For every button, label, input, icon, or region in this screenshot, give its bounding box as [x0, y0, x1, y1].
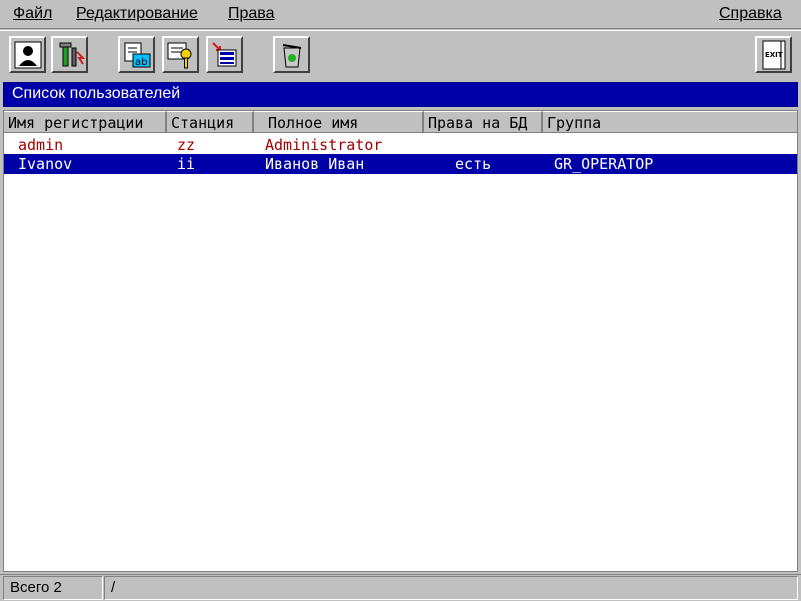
key-icon	[166, 40, 196, 70]
cell-full-name: Administrator	[265, 136, 383, 154]
key-button[interactable]	[162, 36, 199, 73]
exit-button[interactable]: EXIT	[755, 36, 792, 73]
import-records-icon	[210, 40, 240, 70]
cell-station: ii	[177, 155, 196, 173]
cell-login: Ivanov	[18, 155, 73, 173]
menu-bar: Файл Редактирование Права Справка	[0, 0, 801, 29]
user-button[interactable]	[9, 36, 46, 73]
cell-full-name: Иванов Иван	[265, 155, 365, 173]
table-row[interactable]: admin zz Administrator	[4, 135, 797, 155]
menu-edit[interactable]: Редактирование	[76, 5, 198, 23]
list-title: Список пользователей	[3, 82, 798, 107]
tools-icon	[55, 40, 85, 70]
column-header-db-rights[interactable]: Права на БД	[424, 111, 543, 133]
delete-button[interactable]	[273, 36, 310, 73]
import-button[interactable]	[206, 36, 243, 73]
recycle-bin-icon	[277, 40, 307, 70]
svg-text:EXIT: EXIT	[765, 51, 783, 59]
column-header-login[interactable]: Имя регистрации	[4, 111, 167, 133]
column-header-station[interactable]: Станция	[167, 111, 254, 133]
user-portrait-icon	[14, 41, 42, 69]
table-header: Имя регистрации Станция Полное имя Права…	[4, 111, 797, 133]
menu-rights[interactable]: Права	[228, 5, 275, 23]
toolbar: ab EXIT	[0, 30, 801, 78]
tools-button[interactable]	[51, 36, 88, 73]
menu-help[interactable]: Справка	[719, 5, 782, 23]
column-header-full-name[interactable]: Полное имя	[254, 111, 424, 133]
svg-text:ab: ab	[135, 57, 147, 68]
status-total: Всего 2	[3, 576, 103, 600]
rename-ab-icon: ab	[122, 40, 152, 70]
table-row-selected[interactable]: Ivanov ii Иванов Иван есть GR_OPERATOP	[4, 154, 797, 174]
exit-door-icon: EXIT	[760, 39, 788, 71]
column-header-group[interactable]: Группа	[543, 111, 797, 133]
cell-db-rights: есть	[455, 155, 492, 173]
rename-button[interactable]: ab	[118, 36, 155, 73]
status-bar: Всего 2 /	[0, 574, 801, 601]
status-path: /	[104, 576, 798, 600]
menu-file[interactable]: Файл	[13, 5, 52, 23]
cell-login: admin	[18, 136, 64, 154]
cell-station: zz	[177, 136, 196, 154]
cell-group: GR_OPERATOP	[554, 155, 654, 173]
user-table[interactable]: Имя регистрации Станция Полное имя Права…	[3, 110, 798, 572]
